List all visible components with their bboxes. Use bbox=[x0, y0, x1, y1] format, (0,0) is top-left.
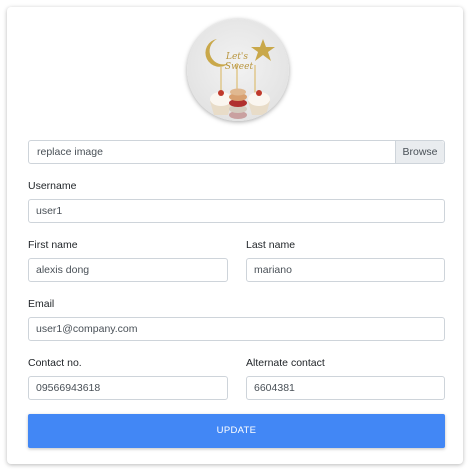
svg-text:Sweet: Sweet bbox=[225, 62, 254, 72]
browse-button[interactable]: Browse bbox=[395, 141, 444, 163]
contact-input[interactable]: 09566943618 bbox=[28, 376, 228, 400]
email-input[interactable]: user1@company.com bbox=[28, 317, 445, 341]
profile-card: Let's Sweet replace image Browse Usernam… bbox=[7, 7, 463, 464]
last-name-input[interactable]: mariano bbox=[246, 258, 445, 282]
cake-topper-image: Let's Sweet bbox=[205, 39, 275, 119]
replace-image-file-input[interactable]: replace image Browse bbox=[28, 140, 445, 164]
first-name-input[interactable]: alexis dong bbox=[28, 258, 228, 282]
update-button[interactable]: UPDATE bbox=[28, 414, 445, 448]
svg-text:Let's: Let's bbox=[225, 52, 248, 62]
username-label: Username bbox=[28, 180, 77, 192]
profile-avatar[interactable]: Let's Sweet bbox=[187, 19, 289, 121]
first-name-label: First name bbox=[28, 239, 78, 251]
username-input[interactable]: user1 bbox=[28, 199, 445, 223]
last-name-label: Last name bbox=[246, 239, 296, 251]
email-label: Email bbox=[28, 298, 55, 310]
alternate-contact-input[interactable]: 6604381 bbox=[246, 376, 445, 400]
contact-label: Contact no. bbox=[28, 357, 82, 369]
file-input-label: replace image bbox=[37, 146, 103, 158]
alternate-contact-label: Alternate contact bbox=[246, 357, 325, 369]
